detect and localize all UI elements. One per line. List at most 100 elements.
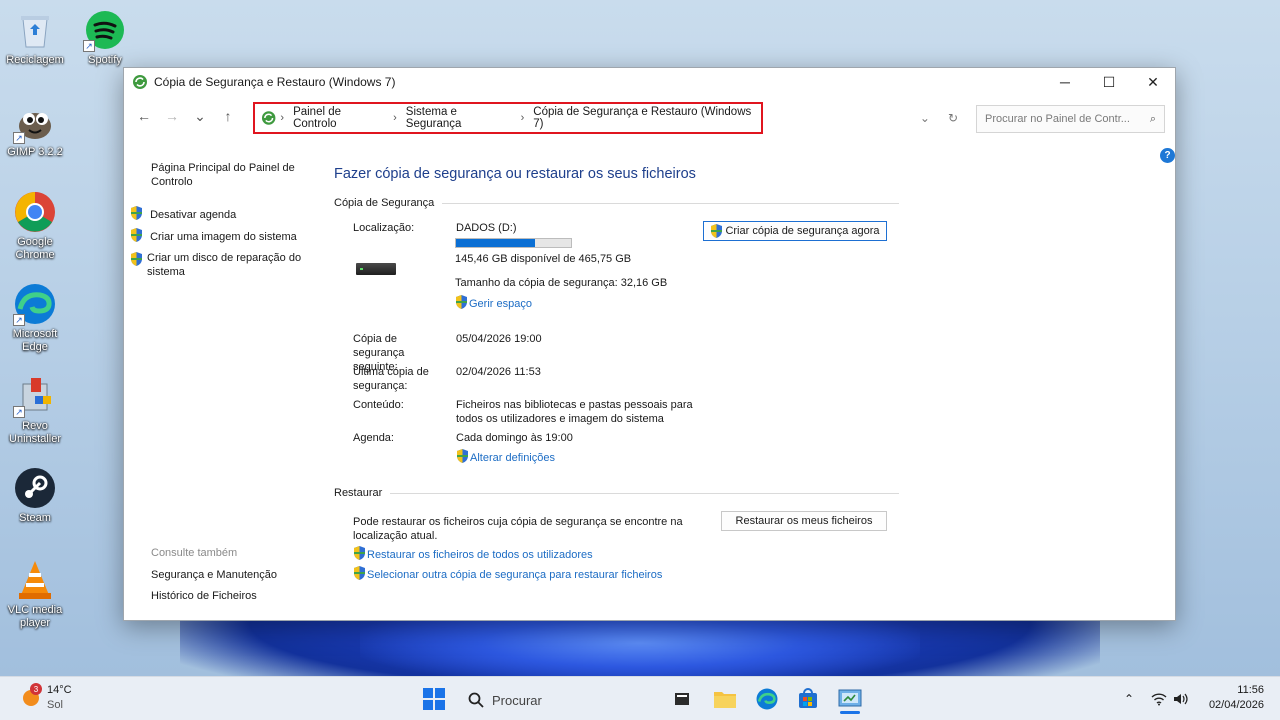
uac-shield-icon	[131, 252, 142, 266]
backup-section-label: Cópia de Segurança	[334, 197, 435, 209]
search-placeholder: Procurar no Painel de Contr...	[985, 113, 1130, 125]
restore-section-label: Restaurar	[334, 487, 383, 499]
desktop-icon-chrome[interactable]: Google Chrome	[0, 190, 70, 262]
address-bar[interactable]: › Painel de Controlo › Sistema e Seguran…	[253, 102, 763, 134]
control-panel-icon	[261, 111, 276, 125]
change-settings-link[interactable]: Alterar definições	[456, 449, 555, 465]
backup-restore-app-icon	[133, 75, 147, 89]
schedule-value: Cada domingo às 19:00	[456, 432, 573, 444]
last-backup-value: 02/04/2026 11:53	[456, 366, 541, 378]
desktop-icon-label: Revo Uninstaller	[9, 420, 61, 445]
breadcrumb-control-panel[interactable]: Painel de Controlo	[293, 106, 384, 130]
desktop-icon-label: Spotify	[88, 54, 122, 66]
backup-restore-window: Cópia de Segurança e Restauro (Windows 7…	[123, 67, 1176, 621]
file-explorer-icon[interactable]	[712, 687, 738, 711]
uac-shield-icon	[131, 206, 142, 220]
see-also-security-maintenance[interactable]: Segurança e Manutenção	[151, 568, 277, 582]
weather-temp: 14°C	[47, 684, 72, 696]
desktop-icon-label: VLC media player	[7, 604, 63, 629]
uac-shield-icon	[711, 224, 723, 238]
revo-uninstaller-icon: ↗	[13, 374, 57, 418]
minimize-button[interactable]: ─	[1043, 68, 1087, 96]
weather-icon[interactable]: 3	[18, 683, 44, 711]
uac-shield-icon	[354, 546, 365, 560]
gimp-icon: ↗	[13, 100, 57, 144]
title-bar[interactable]: Cópia de Segurança e Restauro (Windows 7…	[124, 68, 1175, 96]
sidebar-task-disable-schedule[interactable]: Desativar agenda	[130, 206, 236, 222]
sidebar-task-system-image[interactable]: Criar uma imagem do sistema	[130, 228, 297, 244]
wallpaper-bloom-highlight	[360, 615, 920, 685]
breadcrumb-system-security[interactable]: Sistema e Segurança	[406, 106, 512, 130]
restore-all-users-link[interactable]: Restaurar os ficheiros de todos os utili…	[353, 546, 593, 562]
control-panel-taskbar-icon[interactable]	[836, 687, 864, 714]
location-value: DADOS (D:)	[456, 222, 517, 234]
task-view-icon[interactable]	[670, 687, 694, 711]
drive-icon	[356, 263, 396, 275]
disk-usage-bar	[455, 238, 572, 248]
maximize-button[interactable]: ☐	[1087, 68, 1131, 96]
sidebar-home-link[interactable]: Página Principal do Painel de Controlo	[151, 161, 311, 189]
sidebar-task-label: Desativar agenda	[150, 209, 237, 221]
up-button[interactable]: ↑	[214, 102, 242, 130]
desktop-icon-revo-uninstaller[interactable]: ↗ Revo Uninstaller	[0, 374, 70, 446]
tray-overflow-icon[interactable]: ⌃	[1120, 687, 1138, 711]
address-dropdown-icon[interactable]: ⌄	[920, 111, 930, 125]
desktop-icon-vlc[interactable]: VLC media player	[0, 558, 70, 630]
desktop-icon-label: Google Chrome	[15, 236, 55, 261]
recycle-bin-icon	[13, 8, 57, 52]
disk-free-text: 145,46 GB disponível de 465,75 GB	[455, 253, 632, 265]
desktop-icon-spotify[interactable]: ↗ Spotify	[70, 8, 140, 67]
page-title: Fazer cópia de segurança ou restaurar os…	[334, 166, 696, 182]
uac-shield-icon	[354, 566, 365, 580]
desktop-icon-steam[interactable]: Steam	[0, 466, 70, 525]
clock[interactable]: 11:56 02/04/2026	[1200, 683, 1264, 713]
manage-space-link[interactable]: Gerir espaço	[455, 295, 532, 311]
sidebar-task-label: Criar um disco de reparação do sistema	[147, 252, 302, 278]
breadcrumb-backup-restore[interactable]: Cópia de Segurança e Restauro (Windows 7…	[533, 106, 756, 130]
search-input[interactable]: Procurar no Painel de Contr... ⌕	[976, 105, 1165, 133]
volume-icon[interactable]	[1172, 687, 1190, 711]
taskbar-search[interactable]: Procurar	[458, 686, 648, 714]
microsoft-store-icon[interactable]	[795, 687, 821, 711]
close-button[interactable]: ✕	[1131, 68, 1175, 96]
location-label: Localização:	[353, 222, 415, 234]
back-button[interactable]: ←	[130, 102, 158, 130]
edge-taskbar-icon[interactable]	[754, 687, 780, 711]
uac-shield-icon	[131, 228, 142, 242]
forward-button[interactable]: →	[158, 102, 186, 130]
taskbar-search-label: Procurar	[492, 692, 542, 708]
help-icon[interactable]: ?	[1160, 148, 1175, 163]
backup-now-button[interactable]: Criar cópia de segurança agora	[703, 221, 887, 241]
sidebar-task-label: Criar uma imagem do sistema	[150, 231, 297, 243]
see-also-file-history[interactable]: Histórico de Ficheiros	[151, 589, 257, 603]
wifi-icon[interactable]	[1150, 687, 1168, 711]
restore-section-header: Restaurar	[334, 487, 899, 499]
see-also-heading: Consulte também	[151, 547, 238, 559]
desktop-icon-label: GIMP 3.2.2	[7, 146, 63, 158]
backup-size-text: Tamanho da cópia de segurança: 32,16 GB	[455, 277, 668, 289]
refresh-icon[interactable]: ↻	[948, 111, 958, 125]
start-button[interactable]	[422, 687, 446, 711]
desktop-icon-recycle-bin[interactable]: Reciclagem	[0, 8, 70, 67]
disk-usage-fill	[456, 239, 536, 247]
restore-my-files-button[interactable]: Restaurar os meus ficheiros	[721, 511, 887, 531]
breadcrumb-separator: ›	[393, 112, 397, 124]
weather-desc: Sol	[47, 699, 63, 711]
recent-locations-button[interactable]: ⌄	[186, 102, 214, 130]
desktop-icon-gimp[interactable]: ↗ GIMP 3.2.2	[0, 100, 70, 159]
schedule-label: Agenda:	[353, 432, 394, 444]
desktop-icon-edge[interactable]: ↗ Microsoft Edge	[0, 282, 70, 354]
uac-shield-icon	[456, 295, 467, 309]
steam-icon	[13, 466, 57, 510]
edge-icon: ↗	[13, 282, 57, 326]
select-other-backup-link[interactable]: Selecionar outra cópia de segurança para…	[353, 566, 662, 582]
select-other-backup-label: Selecionar outra cópia de segurança para…	[367, 569, 663, 581]
desktop-icon-label: Reciclagem	[6, 54, 64, 66]
sidebar-task-repair-disc[interactable]: Criar um disco de reparação do sistema	[130, 251, 320, 279]
restore-all-users-label: Restaurar os ficheiros de todos os utili…	[367, 549, 593, 561]
restore-description: Pode restaurar os ficheiros cuja cópia d…	[353, 516, 683, 542]
desktop-icon-label: Microsoft Edge	[12, 328, 58, 353]
weather-widget[interactable]: 14°C Sol	[47, 683, 72, 713]
desktop-icon-label: Steam	[19, 512, 51, 524]
last-backup-label: Última cópia de segurança:	[353, 366, 429, 392]
